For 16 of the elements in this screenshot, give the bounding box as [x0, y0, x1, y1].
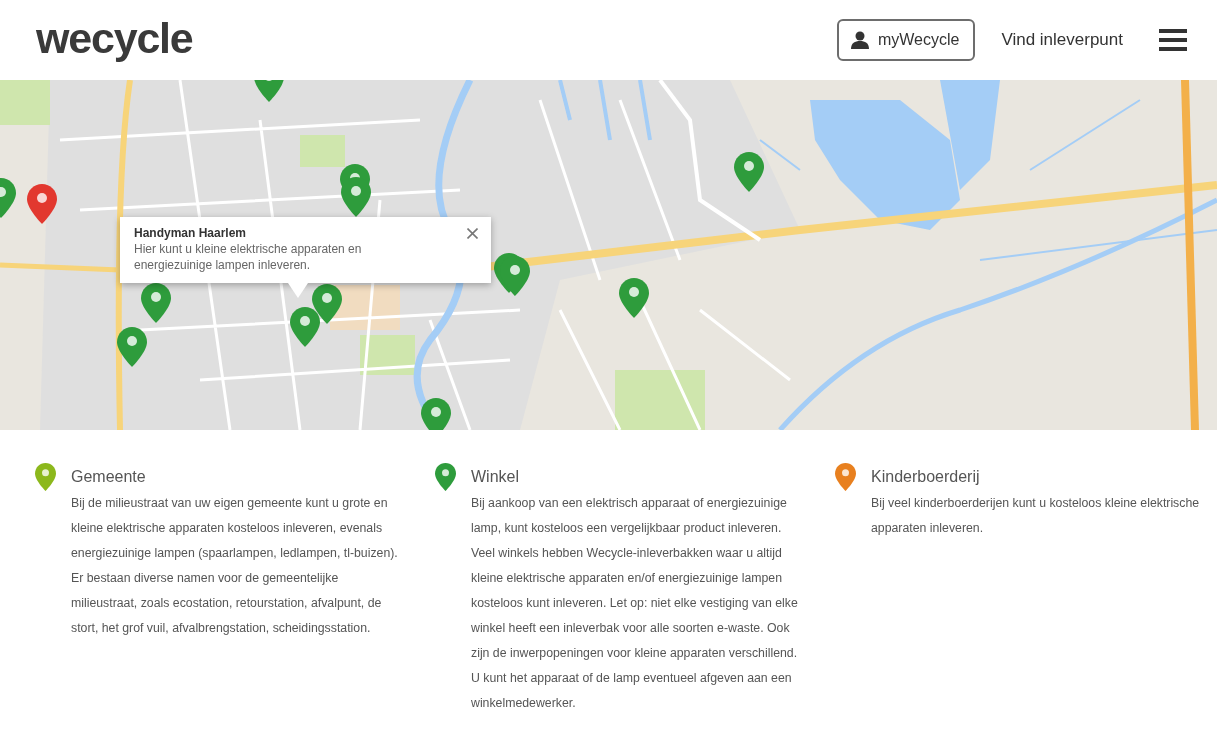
menu-icon[interactable]: [1159, 29, 1187, 51]
map-pin-icon[interactable]: [421, 398, 451, 430]
map-pins-icon[interactable]: [494, 253, 530, 296]
site-logo[interactable]: wecycle: [36, 14, 193, 62]
category-description: Bij de milieustraat van uw eigen gemeente kunt u grote en kleine elektrische apparaten kosteloos inleveren, evenals energiezuinige lampen (spaarlampen, ledlampen, tl-buizen). Er bestaan diverse namen voor de gemeentelijke milieustraat, zoals ecostation, retourstation, afvalpunt, de stort, het grof vuil, afvalbrengstation, scheidingsstation.: [71, 495, 399, 637]
account-button[interactable]: myWecycle: [836, 19, 976, 61]
find-dropoff-link[interactable]: Vind inleverpunt: [1001, 30, 1123, 50]
category-description: Bij aankoop van een elektrisch apparaat of energiezuinige lamp, kunt kosteloos een vergelijkbaar product inleveren. Veel winkels hebben Wecycle-inleverbakken waar u altijd kleine elektrische apparaten en/of energiezuinige lampen kosteloos kunt inleveren. Let op: niet elke vestiging van elke winkel heeft een inleverbak voor alle soorten e-waste. Ook zijn de inwerpopeningen voor kleine apparaten verschillend. U kunt het apparaat of de lamp eventueel afgeven aan een winkelmedewerker.: [471, 495, 799, 712]
map-pin-icon[interactable]: [734, 152, 764, 192]
category-title: Gemeente: [71, 467, 146, 487]
user-icon: [850, 31, 869, 49]
close-icon[interactable]: [467, 228, 478, 239]
category-title: Kinderboerderij: [871, 467, 980, 487]
map-pin-icon[interactable]: [619, 278, 649, 318]
category-title: Winkel: [471, 467, 519, 487]
category-description: Bij veel kinderboerderijen kunt u kosteloos kleine elektrische apparaten inleveren.: [871, 495, 1201, 537]
